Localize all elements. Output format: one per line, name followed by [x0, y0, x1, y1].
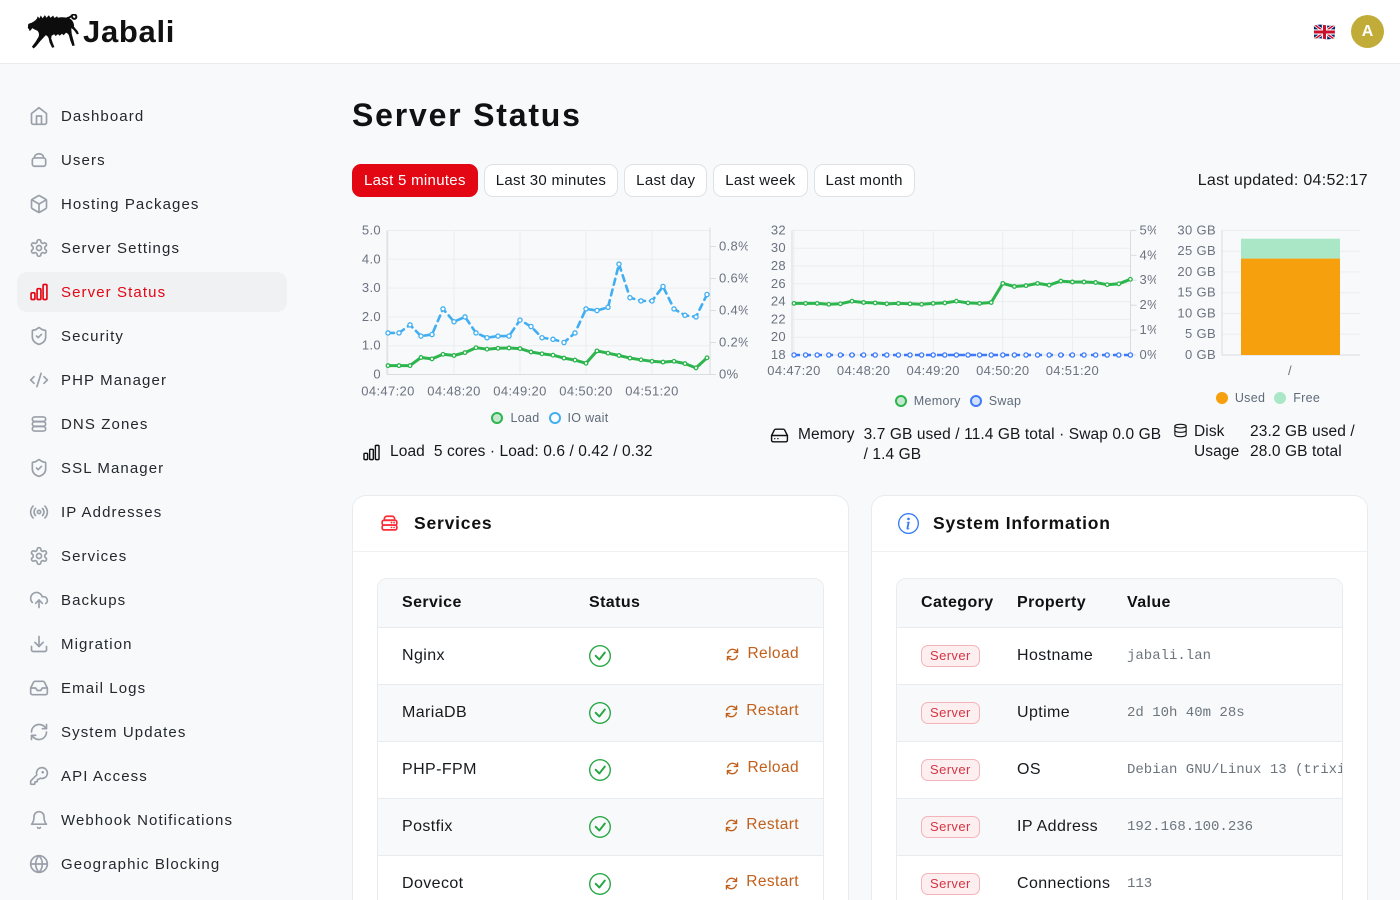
svg-text:18: 18 [771, 347, 786, 362]
svg-text:1.0: 1.0 [362, 338, 381, 353]
svg-text:24: 24 [771, 294, 786, 309]
svg-text:04:50:20: 04:50:20 [559, 384, 612, 399]
svg-text:26: 26 [771, 276, 786, 291]
svg-text:04:51:20: 04:51:20 [625, 384, 678, 399]
svg-text:10 GB: 10 GB [1177, 306, 1216, 321]
svg-text:04:50:20: 04:50:20 [976, 363, 1029, 378]
svg-text:04:47:20: 04:47:20 [361, 384, 414, 399]
svg-text:0%: 0% [1140, 347, 1157, 362]
svg-text:0.6%: 0.6% [719, 271, 748, 286]
svg-text:20: 20 [771, 329, 786, 344]
svg-text:1%: 1% [1140, 322, 1157, 337]
svg-text:0.8%: 0.8% [719, 239, 748, 254]
svg-text:0.4%: 0.4% [719, 303, 748, 318]
svg-text:15 GB: 15 GB [1177, 285, 1216, 300]
svg-text:04:49:20: 04:49:20 [493, 384, 546, 399]
svg-text:04:48:20: 04:48:20 [837, 363, 890, 378]
svg-text:28: 28 [771, 258, 786, 273]
svg-text:0%: 0% [719, 367, 739, 382]
svg-text:04:51:20: 04:51:20 [1046, 363, 1099, 378]
svg-text:20 GB: 20 GB [1177, 264, 1216, 279]
svg-text:2%: 2% [1140, 297, 1157, 312]
svg-text:3%: 3% [1140, 272, 1157, 287]
svg-text:0 GB: 0 GB [1185, 347, 1216, 362]
svg-text:04:48:20: 04:48:20 [427, 384, 480, 399]
svg-text:3.0: 3.0 [362, 280, 381, 295]
svg-text:0.2%: 0.2% [719, 335, 748, 350]
svg-text:30: 30 [771, 240, 786, 255]
svg-text:25 GB: 25 GB [1177, 243, 1216, 258]
svg-text:32: 32 [771, 223, 786, 237]
svg-text:/: / [1288, 363, 1292, 378]
svg-text:4%: 4% [1140, 247, 1157, 262]
svg-text:0: 0 [373, 367, 381, 382]
svg-text:2.0: 2.0 [362, 309, 381, 324]
svg-text:5 GB: 5 GB [1185, 326, 1216, 341]
svg-text:04:47:20: 04:47:20 [767, 363, 820, 378]
svg-text:30 GB: 30 GB [1177, 223, 1216, 237]
svg-text:04:49:20: 04:49:20 [906, 363, 959, 378]
svg-text:22: 22 [771, 311, 786, 326]
svg-text:5%: 5% [1140, 223, 1157, 237]
svg-text:4.0: 4.0 [362, 251, 381, 266]
svg-text:5.0: 5.0 [362, 223, 381, 238]
